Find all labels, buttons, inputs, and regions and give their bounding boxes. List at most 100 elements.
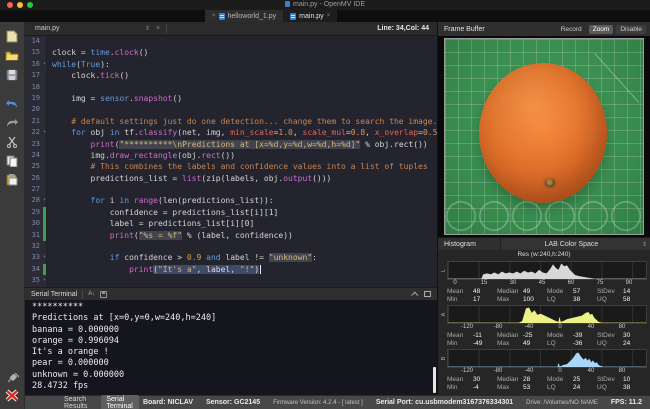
line-number[interactable]: 30 [25, 218, 47, 229]
code-line[interactable]: 28▾ for i in range(len(predictions_list)… [25, 195, 437, 206]
code-text: for i in range(len(predictions_list)): [47, 195, 274, 206]
disable-button[interactable]: Disable [616, 25, 646, 34]
code-line[interactable]: 32 [25, 241, 437, 252]
code-line[interactable]: 17 clock.tick() [25, 70, 437, 81]
tab-helloworld[interactable]: × helloworld_1.py [205, 10, 283, 22]
line-number[interactable]: 28▾ [25, 195, 47, 206]
serial-terminal-tab[interactable]: Serial Terminal [101, 395, 139, 409]
line-number[interactable]: 23 [25, 139, 47, 150]
close-tab-icon[interactable]: × [212, 13, 216, 19]
code-line[interactable]: 30 label = predictions_list[i][0] [25, 218, 437, 229]
line-number[interactable]: 27 [25, 184, 47, 195]
code-line[interactable]: 31 print("%s = %f" % (label, confidence)… [25, 230, 437, 241]
expand-terminal-icon[interactable] [424, 291, 431, 297]
line-number[interactable]: 29 [25, 207, 47, 218]
code-area[interactable]: 1415clock = time.clock()16▾while(True):1… [25, 36, 437, 287]
line-number[interactable]: 35▾ [25, 275, 47, 286]
line-number[interactable]: 14 [25, 36, 47, 47]
line-number[interactable]: 25 [25, 161, 47, 172]
doc-dropdown-icon[interactable]: ⇕ [145, 25, 150, 32]
tab-main[interactable]: main.py × [283, 10, 337, 22]
line-number[interactable]: 32 [25, 241, 47, 252]
cut-icon[interactable] [4, 134, 20, 149]
open-file-icon[interactable] [4, 48, 20, 63]
serial-terminal-output[interactable]: **********Predictions at [x=0,y=0,w=240,… [25, 300, 437, 395]
line-number[interactable]: 18 [25, 82, 47, 93]
code-line[interactable]: 27 [25, 184, 437, 195]
code-text [47, 241, 52, 252]
code-line[interactable]: 25 # This combines the labels and confid… [25, 161, 437, 172]
frame-buffer-view[interactable] [438, 36, 650, 237]
select-updown-icon: ⇕ [642, 241, 650, 248]
line-number[interactable]: 15 [25, 47, 47, 58]
color-space-value: LAB Color Space [501, 241, 642, 248]
code-line[interactable]: 19 img = sensor.snapshot() [25, 93, 437, 104]
line-number[interactable]: 17 [25, 70, 47, 81]
text-size-icon[interactable]: A↓ [88, 290, 95, 298]
code-line[interactable]: 33▾ if confidence > 0.9 and label != "un… [25, 252, 437, 263]
zoom-button[interactable]: Zoom [589, 25, 614, 34]
line-number[interactable]: 20 [25, 104, 47, 115]
code-line[interactable]: 23 print("**********\nPredictions at [x=… [25, 139, 437, 150]
histogram-title: Histogram [438, 241, 500, 248]
disconnect-icon[interactable] [4, 388, 20, 403]
color-space-select[interactable]: LAB Color Space ⇕ [500, 238, 650, 250]
connect-icon[interactable] [4, 370, 20, 385]
line-number[interactable]: 19 [25, 93, 47, 104]
code-line[interactable]: 20 [25, 104, 437, 115]
code-line[interactable]: 14 [25, 36, 437, 47]
search-results-tab[interactable]: Search Results [59, 395, 97, 409]
terminal-line: ********** [32, 302, 437, 313]
code-line[interactable]: 22▾ for obj in tf.classify(net, img, min… [25, 127, 437, 138]
line-number[interactable]: 16▾ [25, 59, 47, 70]
save-log-icon[interactable] [100, 291, 107, 298]
redo-icon[interactable] [4, 115, 20, 130]
code-line[interactable]: 29 confidence = predictions_list[i][1] [25, 207, 437, 218]
serial-terminal-panel: Serial Terminal A↓ **********Predictions… [25, 287, 437, 395]
record-button[interactable]: Record [557, 25, 586, 34]
tab-label: main.py [299, 13, 324, 20]
undo-icon[interactable] [4, 96, 20, 111]
open-document-selector[interactable]: main.py [25, 25, 145, 32]
copy-icon[interactable] [4, 153, 20, 168]
save-file-icon[interactable] [4, 67, 20, 82]
line-number[interactable]: 21 [25, 116, 47, 127]
window-title: main.py - OpenMV IDE [0, 0, 650, 10]
terminal-line: orange = 0.996094 [32, 336, 437, 347]
fold-arrow-icon[interactable]: ▾ [43, 275, 46, 286]
line-number[interactable]: 22▾ [25, 127, 47, 138]
new-file-icon[interactable] [4, 29, 20, 44]
code-line[interactable]: 21 # default settings just do one detect… [25, 116, 437, 127]
fold-arrow-icon[interactable]: ▾ [43, 252, 46, 263]
channel-chart [447, 261, 647, 280]
fold-arrow-icon[interactable]: ▾ [43, 127, 46, 138]
code-line[interactable]: 26 predictions_list = list(zip(labels, o… [25, 173, 437, 184]
terminal-line: 28.4732 fps [32, 381, 437, 392]
code-line[interactable]: 16▾while(True): [25, 59, 437, 70]
line-number[interactable]: 26 [25, 173, 47, 184]
code-line[interactable]: 18 [25, 82, 437, 93]
fold-arrow-icon[interactable]: ▾ [43, 195, 46, 206]
code-line[interactable]: 15clock = time.clock() [25, 47, 437, 58]
close-tab-icon[interactable]: × [327, 13, 331, 19]
line-number[interactable]: 33▾ [25, 252, 47, 263]
terminal-scrollbar[interactable] [433, 367, 436, 393]
line-number[interactable]: 34 [25, 264, 47, 275]
terminal-line: It's a orange ! [32, 347, 437, 358]
code-line[interactable]: 35▾ [25, 275, 437, 286]
frame-buffer-title: Frame Buffer [444, 26, 485, 33]
collapse-terminal-icon[interactable] [411, 291, 418, 298]
code-text [47, 36, 52, 47]
paste-icon[interactable] [4, 172, 20, 187]
editor-pane: main.py ⇕ × Line: 34,Col: 44 1415clock =… [25, 22, 437, 395]
serial-terminal-header: Serial Terminal A↓ [25, 287, 437, 300]
serial-terminal-title: Serial Terminal [31, 291, 77, 298]
line-number[interactable]: 24 [25, 150, 47, 161]
toolbar [0, 22, 25, 409]
line-number[interactable]: 31 [25, 230, 47, 241]
code-line[interactable]: 34 print("It's a", label, "!") [25, 264, 437, 275]
stats-row: Min-4Max53LQ24UQ38 [447, 384, 647, 392]
fold-arrow-icon[interactable]: ▾ [43, 59, 46, 70]
close-document-icon[interactable]: × [156, 25, 160, 32]
code-line[interactable]: 24 img.draw_rectangle(obj.rect()) [25, 150, 437, 161]
